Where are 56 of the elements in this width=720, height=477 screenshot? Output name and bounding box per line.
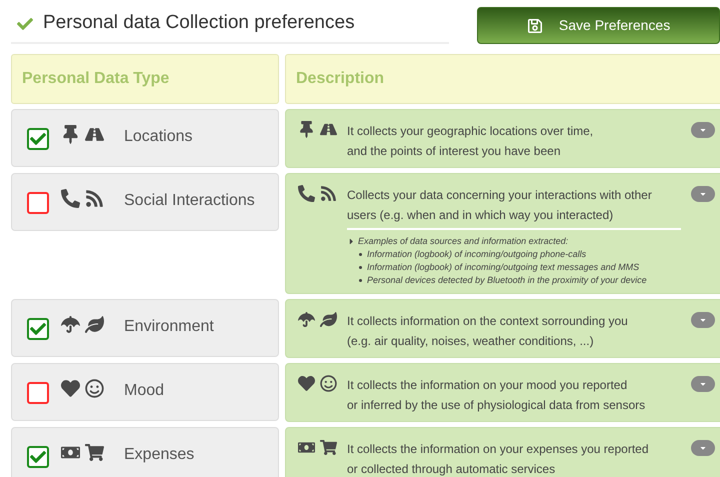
bullet-icon: [359, 279, 362, 282]
leaf-icon: [85, 315, 104, 334]
cart-icon: [320, 439, 337, 456]
expand-button[interactable]: [691, 186, 715, 202]
pin-icon: [61, 125, 80, 144]
type-label: Social Interactions: [124, 191, 255, 211]
caret-icon: [699, 380, 707, 388]
heart-icon: [61, 379, 80, 398]
feed-icon: [320, 185, 337, 202]
checkbox[interactable]: [27, 446, 49, 468]
page-title: Personal data Collection preferences: [43, 11, 355, 36]
details-item: Personal devices detected by Bluetooth in the proximity of your device: [367, 274, 647, 287]
umbrella-icon: [61, 315, 80, 334]
column-header: Personal Data Type: [11, 54, 279, 104]
umbrella-icon: [298, 311, 315, 328]
heart-icon: [298, 375, 315, 392]
type-label: Locations: [124, 127, 192, 147]
save-icon: [526, 18, 543, 34]
pin-icon: [298, 121, 315, 138]
save-button[interactable]: Save Preferences: [477, 7, 720, 44]
type-label: Mood: [124, 381, 164, 401]
description-text: Collects your data concerning your interactions with other users (e.g. when and in which way you interacted): [347, 187, 653, 224]
checkbox[interactable]: [27, 318, 49, 340]
caret-icon: [699, 126, 707, 134]
expand-button[interactable]: [691, 122, 715, 138]
cart-icon: [85, 443, 104, 462]
bullet-icon: [359, 253, 362, 256]
phone-icon: [61, 189, 80, 208]
expand-button[interactable]: [691, 312, 715, 328]
road-icon: [85, 125, 104, 144]
expand-button[interactable]: [691, 376, 715, 392]
smiley-icon: [85, 379, 104, 398]
feed-icon: [85, 189, 104, 208]
description-text: It collects the information on your expenses you reported or collected through automatic services: [347, 441, 650, 477]
description-text: It collects information on the context sorrounding you (e.g. air quality, noises, weather conditions, ...): [347, 313, 629, 350]
expand-button[interactable]: [691, 440, 715, 456]
description-text: It collects the information on your mood you reported or inferred by the use of physiological data from sensors: [347, 377, 646, 414]
type-label: Expenses: [124, 445, 194, 465]
description-text: It collects your geographic locations over time, and the points of interest you have been: [347, 123, 594, 160]
checkbox[interactable]: [27, 192, 49, 214]
caret-icon: [699, 190, 707, 198]
details-heading: Examples of data sources and information extracted:: [358, 235, 568, 248]
details-item: Information (logbook) of incoming/outgoing text messages and MMS: [367, 261, 640, 274]
caret-icon: [699, 444, 707, 452]
checkbox[interactable]: [27, 128, 49, 150]
caret-icon: [699, 316, 707, 324]
smiley-icon: [320, 375, 337, 392]
checkbox[interactable]: [27, 382, 49, 404]
column-header: Description: [285, 54, 720, 104]
phone-icon: [298, 185, 315, 202]
check-icon: [17, 16, 33, 32]
road-icon: [320, 121, 337, 138]
type-label: Environment: [124, 317, 214, 337]
leaf-icon: [320, 311, 337, 328]
bullet-icon: [359, 266, 362, 269]
details-item: Information (logbook) of incoming/outgoing phone-calls: [367, 248, 586, 261]
